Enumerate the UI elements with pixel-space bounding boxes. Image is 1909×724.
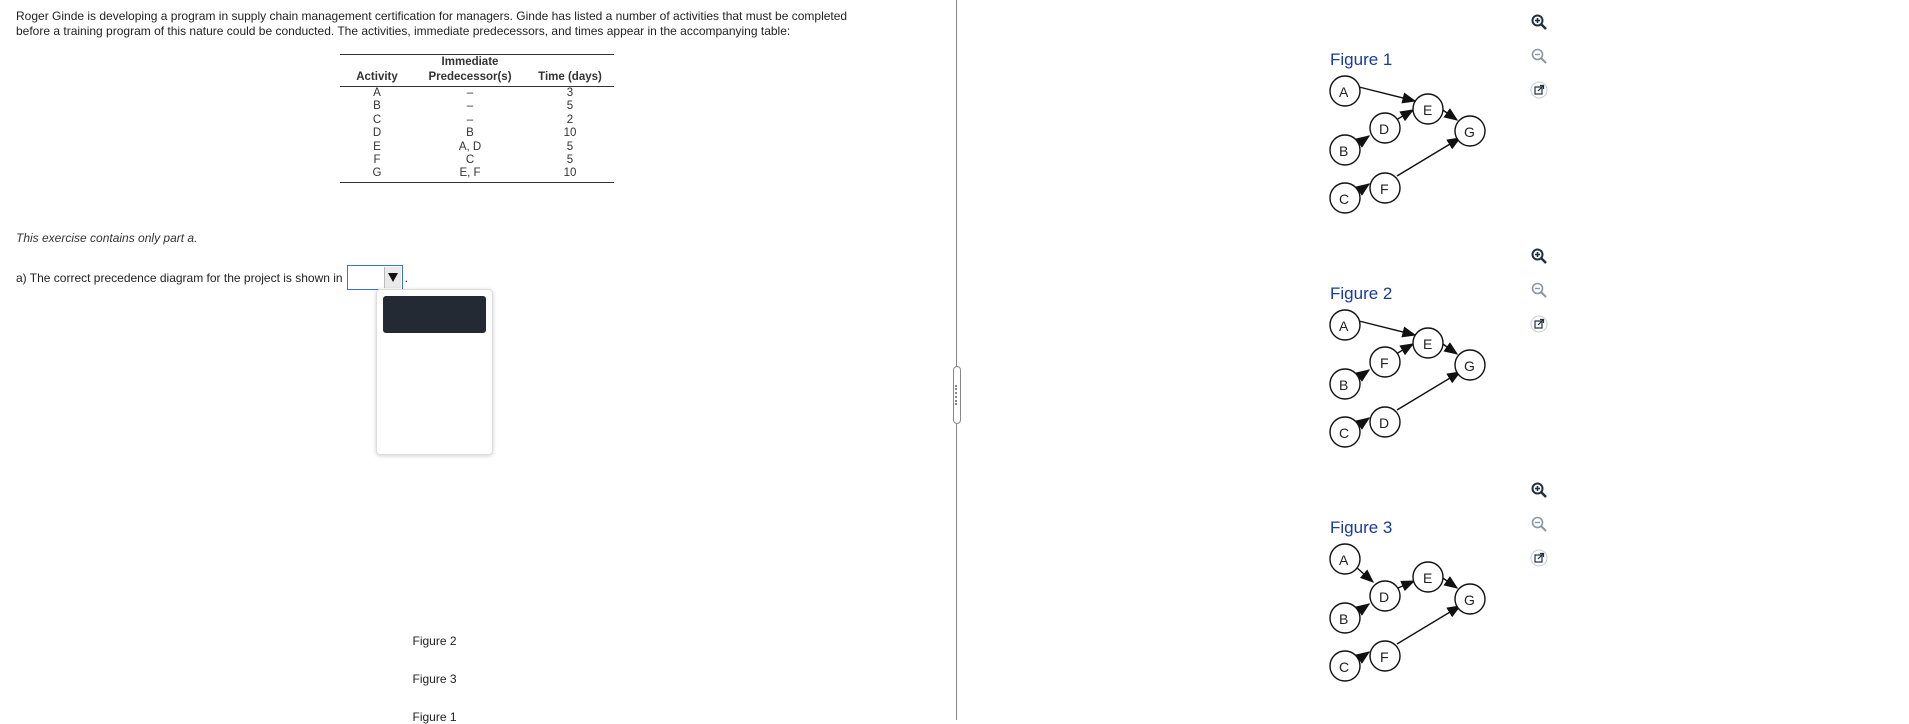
- cell-activity: G: [340, 167, 414, 183]
- question-text: Roger Ginde is developing a program in s…: [16, 9, 946, 39]
- external-link-icon[interactable]: [1530, 315, 1548, 333]
- activity-table: Immediate Activity Predecessor(s) Time (…: [340, 54, 614, 183]
- table-row: B – 5: [340, 100, 614, 113]
- dropdown-option-figure-1[interactable]: Figure 1: [377, 710, 492, 724]
- cell-predecessor: –: [466, 113, 474, 126]
- cell-predecessor: –: [466, 100, 474, 113]
- table-row: G E, F 10: [340, 167, 614, 183]
- figure-1-title: Figure 1: [1330, 50, 1393, 69]
- answer-period: .: [404, 270, 408, 285]
- svg-text:D: D: [1379, 415, 1389, 431]
- external-link-icon[interactable]: [1530, 549, 1548, 567]
- cell-activity: D: [372, 127, 382, 140]
- cell-activity: A: [373, 87, 381, 99]
- zoom-in-icon[interactable]: [1530, 13, 1548, 31]
- figure-2-title: Figure 2: [1330, 284, 1393, 303]
- svg-text:G: G: [1464, 358, 1475, 374]
- dropdown-option-figure-2[interactable]: Figure 2: [377, 634, 492, 648]
- svg-text:D: D: [1379, 589, 1389, 605]
- table-row: A – 3: [340, 87, 614, 101]
- cell-predecessor: A, D: [458, 140, 482, 153]
- dropdown-option-figure-3[interactable]: Figure 3: [377, 672, 492, 686]
- external-link-icon[interactable]: [1530, 81, 1548, 99]
- svg-text:E: E: [1423, 102, 1432, 118]
- svg-text:C: C: [1339, 191, 1349, 207]
- header-immediate: Immediate: [441, 56, 499, 68]
- svg-text:E: E: [1423, 570, 1432, 586]
- svg-text:F: F: [1380, 181, 1389, 197]
- answer-line: a) The correct precedence diagram for th…: [16, 265, 408, 290]
- figure-select[interactable]: [346, 265, 403, 290]
- cell-activity: F: [373, 154, 381, 167]
- zoom-in-icon[interactable]: [1530, 247, 1548, 265]
- cell-predecessor: B: [466, 127, 474, 140]
- svg-text:F: F: [1380, 355, 1389, 371]
- table-row: E A, D 5: [340, 141, 614, 154]
- zoom-out-icon[interactable]: [1530, 281, 1548, 299]
- answer-prompt: a) The correct precedence diagram for th…: [16, 270, 343, 285]
- question-pane: Roger Ginde is developing a program in s…: [0, 0, 956, 724]
- svg-text:A: A: [1339, 552, 1349, 568]
- cell-predecessor: E, F: [414, 167, 526, 183]
- figure-2-diagram: A B C F E D G: [1329, 309, 1486, 448]
- cell-time: 5: [566, 154, 574, 167]
- svg-text:D: D: [1379, 121, 1389, 137]
- svg-text:C: C: [1339, 659, 1349, 675]
- question-line-1: Roger Ginde is developing a program in s…: [16, 9, 848, 23]
- question-line-2: before a training program of this nature…: [16, 24, 791, 38]
- zoom-in-icon[interactable]: [1530, 481, 1548, 499]
- cell-time: 5: [566, 140, 574, 153]
- svg-text:G: G: [1464, 592, 1475, 608]
- figure-3-title: Figure 3: [1330, 518, 1393, 537]
- svg-text:B: B: [1339, 377, 1348, 393]
- chevron-down-icon: [387, 273, 398, 282]
- figure-dropdown-list: Figure 2 Figure 3 Figure 1: [376, 289, 493, 724]
- figure-3-diagram: A B C D E F G: [1329, 543, 1486, 682]
- cell-time: 10: [526, 167, 614, 183]
- svg-text:C: C: [1339, 425, 1349, 441]
- cell-activity: C: [372, 113, 382, 126]
- svg-text:B: B: [1339, 143, 1348, 159]
- svg-text:G: G: [1464, 124, 1475, 140]
- svg-text:B: B: [1339, 611, 1348, 627]
- cell-predecessor: C: [465, 154, 475, 167]
- cell-activity: E: [373, 140, 381, 153]
- dropdown-option-blank[interactable]: [383, 296, 486, 333]
- svg-text:E: E: [1423, 336, 1432, 352]
- svg-text:F: F: [1380, 649, 1389, 665]
- cell-time: 3: [566, 87, 574, 99]
- cell-activity: B: [373, 100, 381, 113]
- header-predecessors: Predecessor(s): [414, 70, 526, 87]
- dropdown-arrow[interactable]: [383, 267, 401, 288]
- table-row: C – 2: [340, 114, 614, 127]
- zoom-out-icon[interactable]: [1530, 515, 1548, 533]
- cell-time: 10: [563, 127, 577, 140]
- svg-text:A: A: [1339, 84, 1349, 100]
- zoom-out-icon[interactable]: [1530, 47, 1548, 65]
- figures-pane: Figure 1 A B C D E F G Figure 2 A B C F …: [957, 0, 1909, 720]
- header-activity: Activity: [340, 70, 414, 87]
- cell-time: 5: [566, 100, 574, 113]
- cell-time: 2: [566, 113, 574, 126]
- table-row: D B 10: [340, 127, 614, 140]
- figure-1-diagram: A B C D E F G: [1329, 75, 1486, 214]
- svg-text:A: A: [1339, 318, 1349, 334]
- table-row: F C 5: [340, 154, 614, 167]
- cell-predecessor: –: [466, 87, 474, 99]
- part-note: This exercise contains only part a.: [16, 231, 198, 245]
- header-time: Time (days): [526, 70, 614, 87]
